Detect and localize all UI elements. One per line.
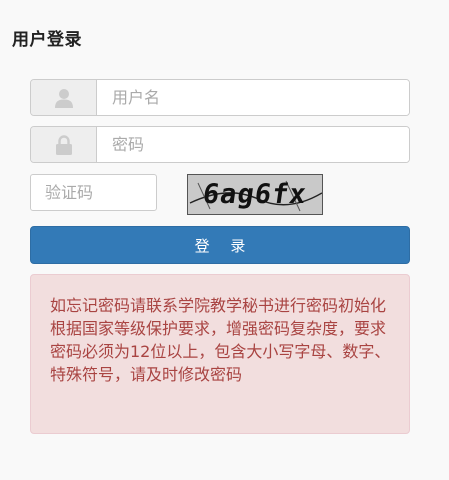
password-group bbox=[30, 126, 410, 163]
username-group bbox=[30, 79, 410, 116]
password-notice-alert: 如忘记密码请联系学院教学秘书进行密码初始化 根据国家等级保护要求，增强密码复杂度… bbox=[30, 274, 410, 434]
captcha-image[interactable]: 6ag6fx bbox=[187, 174, 323, 215]
password-input[interactable] bbox=[97, 127, 409, 162]
captcha-input[interactable] bbox=[30, 174, 157, 211]
username-input[interactable] bbox=[97, 80, 409, 115]
user-icon bbox=[31, 80, 97, 115]
alert-line-complexity: 根据国家等级保护要求，增强密码复杂度，要求密码必须为12位以上，包含大小写字母、… bbox=[50, 319, 391, 384]
alert-line-reset: 如忘记密码请联系学院教学秘书进行密码初始化 bbox=[50, 296, 387, 315]
captcha-text: 6ag6fx bbox=[201, 179, 309, 210]
login-page: 用户登录 6ag6fx 登 录 如忘记密码请联系学院教学秘书进行密码初始化 bbox=[0, 0, 449, 480]
lock-icon bbox=[31, 127, 97, 162]
page-title: 用户登录 bbox=[12, 30, 82, 50]
login-button[interactable]: 登 录 bbox=[30, 226, 410, 264]
